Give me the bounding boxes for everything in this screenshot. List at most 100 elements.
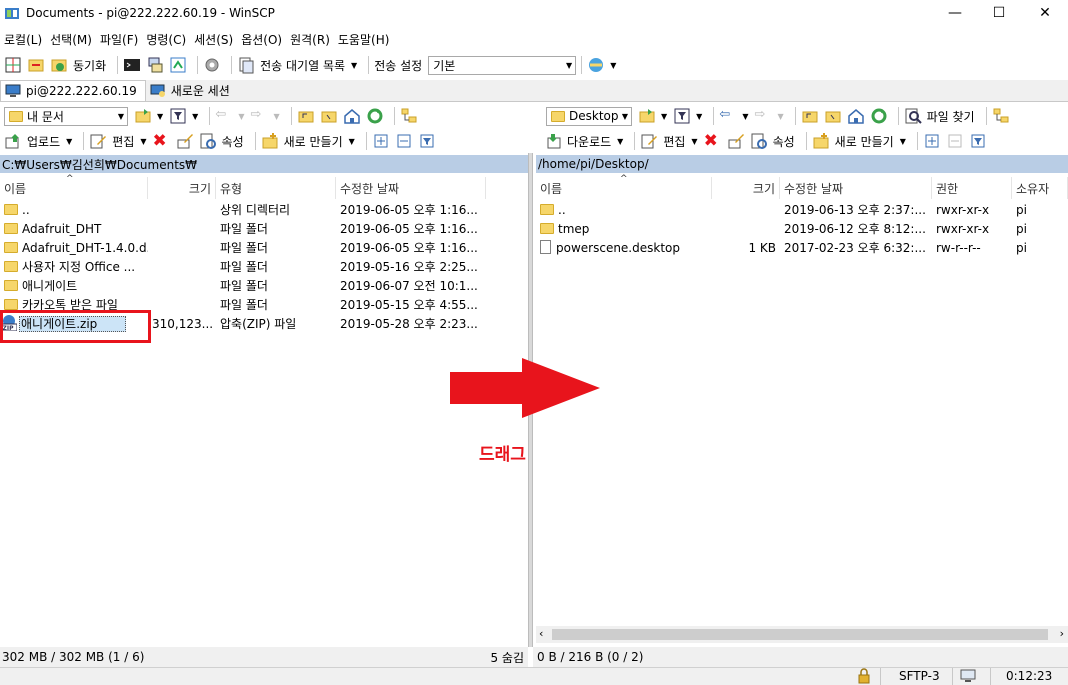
chevron-down-icon[interactable]: ▼: [157, 112, 163, 121]
forward-arrow-icon[interactable]: ⇨: [754, 107, 772, 125]
column-header-name[interactable]: 이름 ^: [0, 174, 148, 199]
sync-browse-icon[interactable]: [27, 56, 45, 74]
scrollbar-thumb[interactable]: [552, 629, 1048, 640]
column-header-owner[interactable]: 소유자: [1012, 177, 1068, 199]
edit-label[interactable]: 편집: [112, 133, 134, 150]
left-path-bar[interactable]: C:₩Users₩김선희₩Documents₩: [0, 155, 528, 173]
properties-label[interactable]: 속성: [222, 133, 244, 150]
select-all-icon[interactable]: [372, 132, 390, 150]
chevron-down-icon[interactable]: ▼: [900, 137, 906, 146]
new-folder-icon[interactable]: [261, 132, 279, 150]
tree-toggle-icon[interactable]: [992, 107, 1010, 125]
root-dir-icon[interactable]: [824, 107, 842, 125]
menu-command[interactable]: 명령(C): [146, 31, 186, 48]
left-location-select[interactable]: 내 문서 ▼: [4, 106, 128, 126]
menu-remote[interactable]: 원격(R): [290, 31, 330, 48]
synchronize-label[interactable]: 동기화: [73, 57, 106, 74]
home-icon[interactable]: [343, 107, 361, 125]
table-row[interactable]: powerscene.desktop 1 KB 2017-02-23 오후 6:…: [536, 239, 1068, 258]
select-all-icon[interactable]: [923, 132, 941, 150]
table-row[interactable]: Adafruit_DHT 파일 폴더 2019-06-05 오후 1:16...: [0, 220, 528, 239]
chevron-down-icon[interactable]: ▼: [351, 61, 357, 70]
synchronize-icon[interactable]: [50, 56, 68, 74]
edit-icon[interactable]: [89, 132, 107, 150]
unselect-all-icon[interactable]: [946, 132, 964, 150]
putty-icon[interactable]: [146, 56, 164, 74]
column-header-modified[interactable]: 수정한 날짜: [780, 177, 932, 199]
chevron-down-icon[interactable]: ▼: [66, 137, 72, 146]
edit-label[interactable]: 편집: [663, 133, 685, 150]
table-row[interactable]: .. 2019-06-13 오후 2:37:... rwxr-xr-x pi: [536, 201, 1068, 220]
download-label[interactable]: 다운로드: [567, 133, 611, 150]
column-header-type[interactable]: 유형: [216, 177, 336, 199]
back-arrow-icon[interactable]: ⇦: [719, 107, 737, 125]
parent-dir-icon[interactable]: [801, 107, 819, 125]
table-row[interactable]: tmep 2019-06-12 오후 8:12:... rwxr-xr-x pi: [536, 220, 1068, 239]
tab-session[interactable]: pi@222.222.60.19: [0, 80, 146, 101]
transfer-settings-icon[interactable]: [587, 56, 605, 74]
delete-icon[interactable]: ✖: [153, 132, 171, 150]
tab-new-session[interactable]: 새로운 세션: [146, 80, 238, 101]
filter-icon[interactable]: [169, 107, 187, 125]
queue-icon[interactable]: [237, 56, 255, 74]
home-icon[interactable]: [847, 107, 865, 125]
chevron-down-icon[interactable]: ▼: [691, 137, 697, 146]
right-path-bar[interactable]: /home/pi/Desktop/: [536, 155, 1068, 173]
terminal-icon[interactable]: [123, 56, 141, 74]
right-horizontal-scrollbar[interactable]: ‹ ›: [536, 626, 1068, 643]
scroll-right-icon[interactable]: ›: [1060, 627, 1064, 640]
table-row[interactable]: 애니게이트 파일 폴더 2019-06-07 오전 10:1...: [0, 277, 528, 296]
forward-arrow-icon[interactable]: ⇨: [250, 107, 268, 125]
table-row[interactable]: .. 상위 디렉터리 2019-06-05 오후 1:16...: [0, 201, 528, 220]
filter-icon[interactable]: [673, 107, 691, 125]
unselect-all-icon[interactable]: [395, 132, 413, 150]
scroll-left-icon[interactable]: ‹: [539, 627, 543, 640]
open-folder-icon[interactable]: [638, 107, 656, 125]
column-header-size[interactable]: 크기: [712, 177, 780, 199]
back-arrow-icon[interactable]: ⇦: [215, 107, 233, 125]
chevron-down-icon[interactable]: ▼: [192, 112, 198, 121]
gear-icon[interactable]: [203, 56, 221, 74]
parent-dir-icon[interactable]: [297, 107, 315, 125]
refresh-icon[interactable]: [870, 107, 888, 125]
menu-help[interactable]: 도움말(H): [338, 31, 390, 48]
properties-icon[interactable]: [750, 132, 768, 150]
menu-options[interactable]: 옵션(O): [241, 31, 282, 48]
chevron-down-icon[interactable]: ▼: [661, 112, 667, 121]
preferences-dialog-icon[interactable]: [169, 56, 187, 74]
filter-select-icon[interactable]: [969, 132, 987, 150]
table-row[interactable]: 사용자 지정 Office ... 파일 폴더 2019-05-16 오후 2:…: [0, 258, 528, 277]
column-header-size[interactable]: 크기: [148, 177, 216, 199]
chevron-down-icon[interactable]: ▼: [742, 112, 748, 121]
new-label[interactable]: 새로 만들기: [284, 133, 343, 150]
refresh-icon[interactable]: [366, 107, 384, 125]
properties-icon[interactable]: [199, 132, 217, 150]
find-files-icon[interactable]: [904, 107, 922, 125]
column-header-modified[interactable]: 수정한 날짜: [336, 177, 486, 199]
right-file-list[interactable]: 이름 ^ 크기 수정한 날짜 권한 소유자 .. 2019-06-13 오후 2:…: [536, 174, 1068, 626]
open-folder-icon[interactable]: [134, 107, 152, 125]
new-label[interactable]: 새로 만들기: [835, 133, 894, 150]
new-folder-icon[interactable]: [812, 132, 830, 150]
properties-label[interactable]: 속성: [773, 133, 795, 150]
menu-local[interactable]: 로컬(L): [4, 31, 42, 48]
chevron-down-icon[interactable]: ▼: [238, 112, 244, 121]
column-header-name[interactable]: 이름 ^: [536, 174, 712, 199]
transfer-preset-select[interactable]: 기본 ▼: [428, 55, 577, 75]
filter-select-icon[interactable]: [418, 132, 436, 150]
rename-icon[interactable]: [176, 132, 194, 150]
table-row[interactable]: Adafruit_DHT-1.4.0.d... 파일 폴더 2019-06-05…: [0, 239, 528, 258]
download-icon[interactable]: [544, 132, 562, 150]
menu-file[interactable]: 파일(F): [100, 31, 138, 48]
delete-icon[interactable]: ✖: [704, 132, 722, 150]
column-header-rights[interactable]: 권한: [932, 177, 1012, 199]
rename-icon[interactable]: [727, 132, 745, 150]
right-location-select[interactable]: Desktop ▼: [546, 106, 632, 126]
minimize-button[interactable]: —: [932, 0, 978, 26]
chevron-down-icon[interactable]: ▼: [696, 112, 702, 121]
compare-icon[interactable]: [4, 56, 22, 74]
upload-label[interactable]: 업로드: [27, 133, 60, 150]
root-dir-icon[interactable]: [320, 107, 338, 125]
close-button[interactable]: ✕: [1022, 0, 1068, 26]
queue-list-label[interactable]: 전송 대기열 목록: [260, 57, 345, 74]
